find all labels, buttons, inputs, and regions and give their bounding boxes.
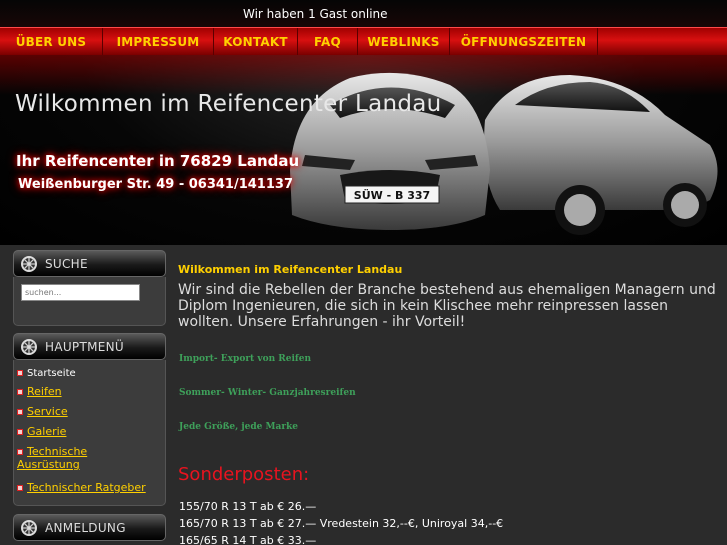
header-car-image: SÜW - B 337 [290,72,718,235]
bullet-icon [17,370,23,376]
nav-item-oeffnungszeiten[interactable]: ÖFFNUNGSZEITEN [450,28,598,56]
menu-item-technischer-ratgeber[interactable]: Technischer Ratgeber [17,481,146,494]
nav-item-faq[interactable]: FAQ [298,28,358,56]
login-module-header[interactable]: ANMELDUNG [13,514,166,541]
menu-item-technische-ausruestung[interactable]: Technische Ausrüstung [17,445,87,471]
bullet-icon [17,449,23,455]
search-module-header: SUCHE [13,250,166,277]
search-module-title: SUCHE [45,257,88,271]
feature-all-sizes: Jede Größe, jede Marke [179,422,299,432]
wheel-icon [21,256,37,272]
login-module-title: ANMELDUNG [45,521,126,535]
price-line: 165/65 R 14 T ab € 33.— [179,534,317,545]
main-nav: ÜBER UNS IMPRESSUM KONTAKT FAQ WEBLINKS … [0,27,727,56]
nav-item-impressum[interactable]: IMPRESSUM [103,28,214,56]
price-line: 165/70 R 13 T ab € 27.— Vredestein 32,--… [179,517,504,530]
content-intro: Wir sind die Rebellen der Branche besteh… [178,282,716,330]
search-module [13,277,166,326]
wheel-icon [21,339,37,355]
top-bar: Wir haben 1 Gast online [0,0,727,30]
menu-item-galerie[interactable]: Galerie [17,425,66,438]
header-banner: Wilkommen im Reifencenter Landau Ihr Rei… [0,55,727,245]
main-content: Wilkommen im Reifencenter Landau Wir sin… [178,263,723,545]
sidebar: SUCHE HAUPTMENÜ Startseite Reifen Servic… [13,250,166,541]
site-title: Wilkommen im Reifencenter Landau [15,91,442,117]
online-status: Wir haben 1 Gast online [243,7,388,21]
bullet-icon [17,485,23,491]
nav-item-weblinks[interactable]: WEBLINKS [358,28,450,56]
header-subtitle-address: Weißenburger Str. 49 - 06341/141137 [18,177,293,192]
bullet-icon [17,409,23,415]
nav-item-ueber-uns[interactable]: ÜBER UNS [0,28,103,56]
price-line: 155/70 R 13 T ab € 26.— [179,500,317,513]
menu-item-service[interactable]: Service [17,405,68,418]
content-title: Wilkommen im Reifencenter Landau [178,263,403,276]
nav-item-kontakt[interactable]: KONTAKT [214,28,298,56]
search-input[interactable] [21,284,140,301]
main-menu-title: HAUPTMENÜ [45,340,124,354]
header-subtitle-location: Ihr Reifencenter in 76829 Landau [16,152,300,170]
menu-item-reifen[interactable]: Reifen [17,385,62,398]
bullet-icon [17,389,23,395]
feature-seasonal-tires: Sommer- Winter- Ganzjahresreifen [179,388,356,398]
bullet-icon [17,429,23,435]
license-plate-text: SÜW - B 337 [354,188,430,202]
special-offers-title: Sonderposten: [178,464,310,485]
main-menu-header: HAUPTMENÜ [13,333,166,360]
menu-item-startseite[interactable]: Startseite [17,366,76,379]
main-menu: Startseite Reifen Service Galerie Techni… [13,360,166,506]
feature-import-export: Import- Export von Reifen [179,354,312,364]
wheel-icon [21,520,37,536]
